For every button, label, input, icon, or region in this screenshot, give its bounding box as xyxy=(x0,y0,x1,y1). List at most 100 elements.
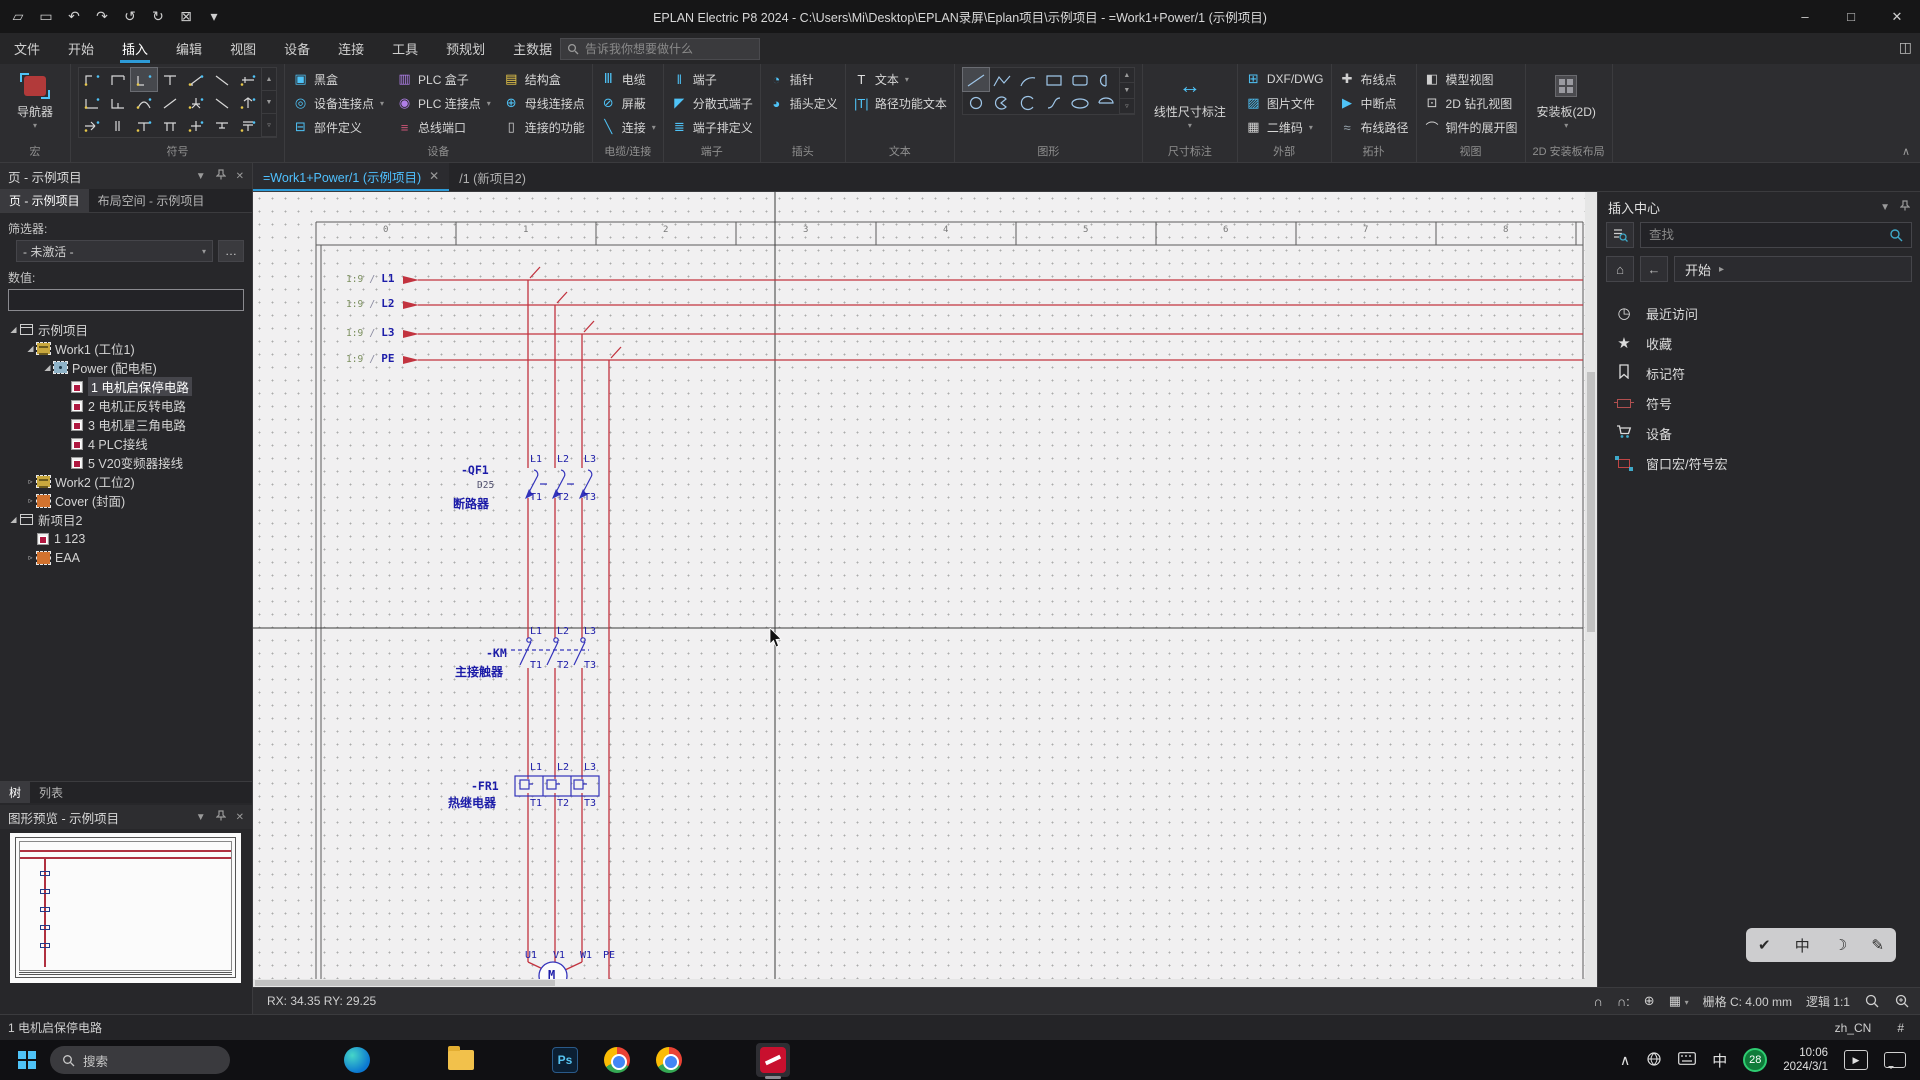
ribbon-button-黑盒[interactable]: ▣黑盒 xyxy=(292,67,384,91)
close-icon[interactable]: ✕ xyxy=(429,169,439,183)
menu-tab-设备[interactable]: 设备 xyxy=(270,33,324,64)
tree-item[interactable]: 1 123 xyxy=(4,529,248,548)
collapse-icon[interactable]: ▹ xyxy=(25,553,36,562)
snap-grid-icon[interactable]: ∩: xyxy=(1617,994,1630,1009)
ribbon-button-文本[interactable]: T文本▾ xyxy=(853,67,947,91)
symbol-gallery-item[interactable] xyxy=(235,114,261,137)
tree-item[interactable]: 2 电机正反转电路 xyxy=(4,396,248,415)
back-button[interactable]: ← xyxy=(1640,256,1668,282)
shape-gallery-item[interactable] xyxy=(1067,91,1093,114)
horizontal-scrollbar[interactable] xyxy=(253,979,1585,987)
symbol-gallery-item[interactable] xyxy=(79,114,105,137)
gallery-more-icon[interactable]: ▿ xyxy=(1120,99,1134,114)
tree-item[interactable]: 1 电机启保停电路 xyxy=(4,377,248,396)
symbol-gallery-item[interactable] xyxy=(157,114,183,137)
tree-item[interactable]: ◢新项目2 xyxy=(4,510,248,529)
gallery-scroll-up-icon[interactable]: ▲ xyxy=(1120,68,1134,83)
pin-icon[interactable] xyxy=(1900,200,1910,214)
ribbon-button-PLC 连接点[interactable]: ◉PLC 连接点▾ xyxy=(396,91,491,115)
panel-menu-icon[interactable]: ▼ xyxy=(1880,202,1890,213)
tree-item[interactable]: ◢示例项目 xyxy=(4,320,248,339)
pin-icon[interactable] xyxy=(216,169,226,183)
view-tab-树[interactable]: 树 xyxy=(0,782,30,803)
shape-gallery-item[interactable] xyxy=(1067,68,1093,91)
home-button[interactable]: ⌂ xyxy=(1606,256,1634,282)
menu-tab-工具[interactable]: 工具 xyxy=(378,33,432,64)
symbol-gallery-item[interactable] xyxy=(157,68,183,91)
ribbon-button-母线连接点[interactable]: ⊕母线连接点 xyxy=(503,91,585,115)
view-tab-列表[interactable]: 列表 xyxy=(30,782,72,803)
collapse-icon[interactable]: ▹ xyxy=(25,477,36,486)
schematic-canvas[interactable]: 0123456781:9 / L11:9 / L21:9 / L31:9 / P… xyxy=(253,192,1597,987)
document-tab[interactable]: /1 (新项目2) xyxy=(449,163,536,191)
qat-dropdown-icon[interactable]: ▾ xyxy=(202,4,226,28)
menu-tab-编辑[interactable]: 编辑 xyxy=(162,33,216,64)
expand-icon[interactable]: ◢ xyxy=(8,325,19,334)
tree-item[interactable]: ▹Work2 (工位2) xyxy=(4,472,248,491)
filter-more-button[interactable]: … xyxy=(218,240,244,262)
design-mode-icon[interactable]: ⊕ xyxy=(1644,993,1655,1009)
tree-item[interactable]: 3 电机星三角电路 xyxy=(4,415,248,434)
insert-center-item-最近访问[interactable]: ◷最近访问 xyxy=(1598,298,1920,328)
symbol-gallery-item[interactable] xyxy=(131,91,157,114)
tell-me-input[interactable] xyxy=(585,42,753,56)
shape-gallery-item[interactable] xyxy=(1041,91,1067,114)
collapse-icon[interactable]: ▹ xyxy=(25,496,36,505)
panel-tab-布局空间 - 示例项目[interactable]: 布局空间 - 示例项目 xyxy=(89,189,214,212)
taskbar-app-chrome-2[interactable] xyxy=(652,1043,686,1077)
ribbon-button-插针[interactable]: ◔插针 xyxy=(768,67,838,91)
ribbon-button-分散式端子[interactable]: ◤分散式端子 xyxy=(671,91,753,115)
ribbon-button-电缆[interactable]: Ⅲ电缆 xyxy=(600,67,656,91)
ribbon-button-路径功能文本[interactable]: |T|路径功能文本 xyxy=(853,91,947,115)
gallery-scroll-up-icon[interactable]: ▲ xyxy=(262,68,276,91)
symbol-gallery-item[interactable] xyxy=(79,68,105,91)
panel-tab-页 - 示例项目[interactable]: 页 - 示例项目 xyxy=(0,189,89,212)
expand-icon[interactable]: ◢ xyxy=(25,344,36,353)
ribbon-button-结构盒[interactable]: ▤结构盒 xyxy=(503,67,585,91)
shape-gallery-item[interactable] xyxy=(989,91,1015,114)
tree-item[interactable]: ◢Work1 (工位1) xyxy=(4,339,248,358)
panel-menu-icon[interactable]: ▼ xyxy=(196,171,206,182)
menu-tab-连接[interactable]: 连接 xyxy=(324,33,378,64)
symbol-gallery-item[interactable] xyxy=(105,114,131,137)
touch-keyboard-icon[interactable] xyxy=(1678,1052,1696,1068)
ime-zhong-icon[interactable]: 中 xyxy=(1795,935,1810,956)
ribbon-button-安装板(2D)[interactable]: 安装板(2D)▾ xyxy=(1533,67,1600,132)
ribbon-button-插头定义[interactable]: ◕插头定义 xyxy=(768,91,838,115)
ribbon-button-端子排定义[interactable]: ≣端子排定义 xyxy=(671,115,753,139)
redo-icon[interactable]: ↷ xyxy=(90,4,114,28)
expand-icon[interactable]: ◢ xyxy=(42,363,53,372)
moon-icon[interactable]: ☽ xyxy=(1834,936,1847,954)
shape-gallery-item[interactable] xyxy=(1093,68,1119,91)
snap-icon[interactable]: ∩ xyxy=(1593,994,1602,1009)
pen-icon[interactable]: ✎ xyxy=(1871,936,1884,954)
redo-all-icon[interactable]: ↻ xyxy=(146,4,170,28)
notification-center-icon[interactable] xyxy=(1884,1052,1906,1068)
refresh-icon[interactable]: ↺ xyxy=(118,4,142,28)
close-icon[interactable]: ✕ xyxy=(236,812,244,823)
maximize-button[interactable]: □ xyxy=(1828,0,1874,33)
ribbon-button-二维码[interactable]: ▦二维码▾ xyxy=(1245,115,1324,139)
ribbon-button-中断点[interactable]: ▶中断点 xyxy=(1339,91,1409,115)
insert-center-search[interactable] xyxy=(1640,222,1912,248)
taskbar-app-app-dark[interactable] xyxy=(704,1043,738,1077)
taskbar-app-app-red[interactable] xyxy=(496,1043,530,1077)
insert-center-item-收藏[interactable]: ★收藏 xyxy=(1598,328,1920,358)
minimize-button[interactable]: – xyxy=(1782,0,1828,33)
tree-item[interactable]: 4 PLC接线 xyxy=(4,434,248,453)
ribbon-button-端子[interactable]: ‖端子 xyxy=(671,67,753,91)
zoom-window-icon[interactable] xyxy=(1864,993,1880,1009)
shape-gallery-item[interactable] xyxy=(1015,68,1041,91)
symbol-gallery-item[interactable] xyxy=(235,68,261,91)
menu-tab-插入[interactable]: 插入 xyxy=(108,33,162,64)
filter-dropdown[interactable]: - 未激活 - ▾ xyxy=(16,240,213,262)
symbol-gallery-item[interactable] xyxy=(131,114,157,137)
insert-center-item-窗口宏/符号宏[interactable]: 窗口宏/符号宏 xyxy=(1598,448,1920,478)
tell-me-search[interactable] xyxy=(560,38,760,60)
symbol-gallery-item[interactable] xyxy=(209,91,235,114)
tree-item[interactable]: ◢Power (配电柜) xyxy=(4,358,248,377)
symbol-gallery-item[interactable] xyxy=(79,91,105,114)
symbol-gallery-item[interactable] xyxy=(105,68,131,91)
insert-center-item-设备[interactable]: 设备 xyxy=(1598,418,1920,448)
ribbon-collapse-icon[interactable]: ∧ xyxy=(1902,145,1910,158)
